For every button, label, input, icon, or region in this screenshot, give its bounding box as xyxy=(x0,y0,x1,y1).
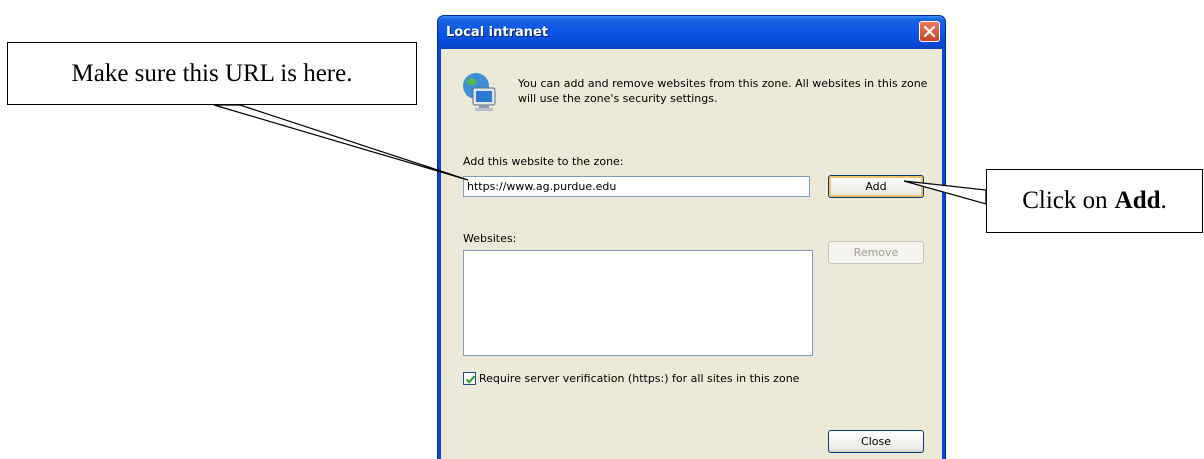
left-callout-pointer xyxy=(213,104,469,181)
close-button[interactable]: Close xyxy=(828,430,924,453)
website-url-input[interactable] xyxy=(463,176,810,197)
websites-list[interactable] xyxy=(463,250,813,356)
remove-button[interactable]: Remove xyxy=(828,241,924,264)
callout-url-text: Make sure this URL is here. xyxy=(71,59,353,87)
title-bar[interactable]: Local intranet xyxy=(438,16,945,49)
verify-checkbox[interactable] xyxy=(463,372,476,385)
websites-label: Websites: xyxy=(463,232,517,245)
callout-add-bold: Add xyxy=(1114,187,1161,214)
callout-add-prefix: Click on xyxy=(1022,187,1108,214)
dialog-title: Local intranet xyxy=(446,25,549,40)
callout-add-instruction: Click on Add. xyxy=(986,169,1203,233)
close-icon[interactable] xyxy=(919,21,940,42)
dialog-body: You can add and remove websites from thi… xyxy=(441,49,942,459)
verify-row[interactable]: Require server verification (https:) for… xyxy=(463,372,799,385)
zone-description: You can add and remove websites from thi… xyxy=(518,77,928,105)
callout-add-suffix: . xyxy=(1160,187,1167,214)
callout-url-instruction: Make sure this URL is here. xyxy=(7,42,417,105)
zone-globe-computer-icon xyxy=(459,71,499,118)
local-intranet-dialog: Local intranet You can add and remove we… xyxy=(437,15,946,459)
checkmark-icon xyxy=(465,375,476,384)
verify-label: Require server verification (https:) for… xyxy=(479,372,800,385)
add-website-label: Add this website to the zone: xyxy=(463,155,624,168)
add-button[interactable]: Add xyxy=(828,175,924,198)
